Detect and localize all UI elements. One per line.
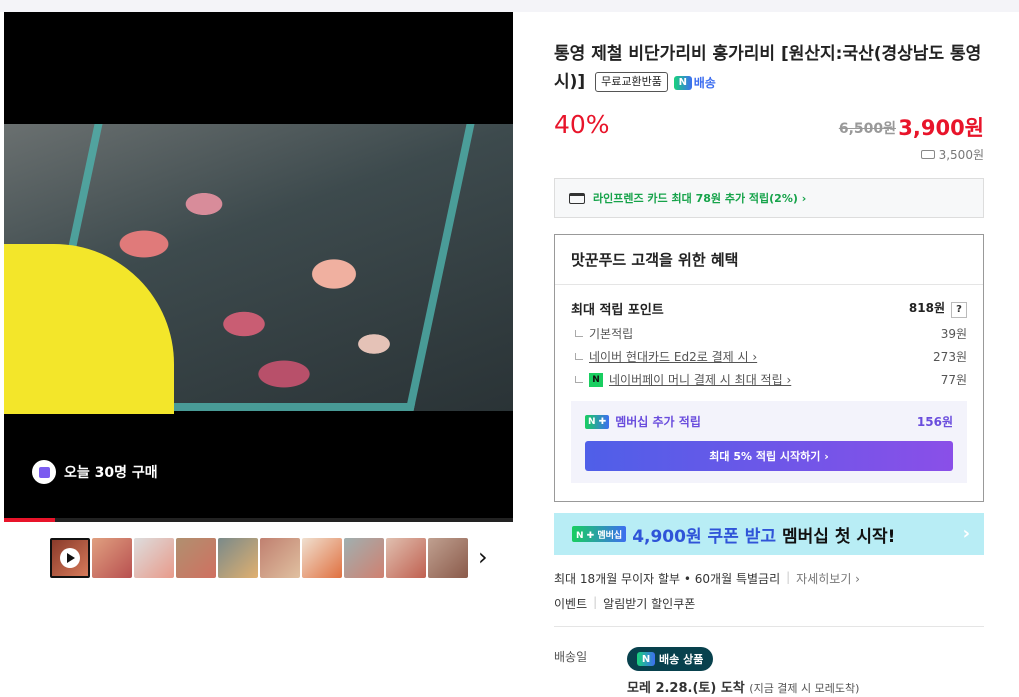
delivery-badge-text: 배송 상품 — [659, 653, 704, 666]
thumbnail[interactable] — [92, 538, 132, 578]
installment-info: 최대 18개월 무이자 할부 • 60개월 특별금리 | 자세히보기 › — [554, 570, 860, 587]
points-row-value: 273원 — [933, 350, 967, 364]
npay-delivery-icon: N — [637, 652, 655, 666]
delivery-badge: N 배송 상품 — [627, 647, 714, 671]
points-row-npay-money: N 네이버페이 머니 결제 시 최대 적립 › 77원 — [571, 371, 967, 388]
naver-plus-icon: N ✚ — [585, 414, 610, 429]
max-points-row: 최대 적립 포인트 818원? — [571, 299, 967, 318]
play-icon — [60, 548, 80, 568]
chevron-right-icon: › — [962, 523, 970, 544]
membership-label: 멤버십 추가 적립 — [615, 415, 701, 429]
membership-label-wrap: N ✚ 멤버십 추가 적립 — [585, 413, 701, 430]
banner-highlight: 4,900원 쿠폰 받고 — [632, 526, 776, 547]
thumbnail[interactable] — [176, 538, 216, 578]
points-row-value: 39원 — [940, 327, 967, 341]
product-title: 통영 제철 비단가리비 홍가리비 [원산지:국산(경상남도 통영시)] 무료교환… — [554, 40, 984, 97]
discount-rate: 40% — [554, 110, 610, 139]
npay-delivery-badge: N 배송 — [673, 69, 716, 97]
video-frame-scallops — [4, 124, 513, 414]
purchase-count: 오늘 30명 구매 — [32, 460, 158, 484]
card-promo-text: 라인프렌즈 카드 최대 78원 추가 적립(2%) › — [593, 192, 807, 205]
thumbnail-strip — [50, 538, 468, 578]
benefit-box: 맛꾼푸드 고객을 위한 혜택 최대 적립 포인트 818원? 기본적립 39원 … — [554, 234, 984, 502]
shopping-bag-icon — [32, 460, 56, 484]
max-points-value: 818원 — [908, 301, 945, 316]
membership-start-button[interactable]: 최대 5% 적립 시작하기 › — [585, 441, 953, 471]
npay-icon: N — [589, 372, 603, 387]
points-row-npay-label-wrap: N 네이버페이 머니 결제 시 최대 적립 › — [571, 371, 791, 388]
thumbnail[interactable] — [302, 538, 342, 578]
thumbnail[interactable] — [260, 538, 300, 578]
sale-price: 3,900원 — [898, 116, 984, 140]
points-row-card-label-wrap: 네이버 현대카드 Ed2로 결제 시 › — [571, 348, 757, 365]
purchase-text: 오늘 30명 구매 — [64, 465, 158, 481]
membership-row: N ✚ 멤버십 추가 적립 156원 — [585, 413, 953, 430]
points-row-label: 기본적립 — [589, 327, 634, 341]
divider-bar: | — [786, 570, 791, 584]
chevron-right-icon[interactable]: › — [478, 544, 498, 570]
max-points-value-wrap: 818원? — [909, 299, 967, 318]
event-link[interactable]: 이벤트 — [554, 595, 587, 612]
points-row-basic: 기본적립 39원 — [571, 325, 967, 342]
delivery-label: 배송일 — [554, 650, 588, 664]
top-strip — [0, 0, 1019, 12]
branch-icon — [575, 376, 583, 383]
hyundai-card-link[interactable]: 네이버 현대카드 Ed2로 결제 시 › — [589, 348, 757, 365]
thumbnail[interactable] — [218, 538, 258, 578]
help-icon[interactable]: ? — [951, 301, 967, 318]
points-row-basic-label-wrap: 기본적립 — [571, 325, 633, 342]
installment-detail-link[interactable]: 자세히보기 › — [796, 570, 860, 587]
arrival-text: 모레 2.28.(토) 도착 — [627, 681, 745, 696]
thumbnail-video[interactable] — [50, 538, 90, 578]
price-row: 40% 6,500원 3,900원 3,500원 — [554, 108, 984, 162]
truck-icon — [920, 150, 935, 159]
membership-coupon-banner[interactable]: N ✚ 멤버십 4,900원 쿠폰 받고 멤버십 첫 시작! › — [554, 513, 984, 555]
naver-plus-membership-icon: N ✚ 멤버십 — [572, 526, 627, 542]
installment-text: 최대 18개월 무이자 할부 • 60개월 특별금리 — [554, 572, 781, 586]
product-media: 오늘 30명 구매 › — [4, 12, 513, 697]
card-promo[interactable]: 라인프렌즈 카드 최대 78원 추가 적립(2%) › — [554, 178, 984, 218]
max-points-label: 최대 적립 포인트 — [571, 303, 664, 318]
product-video[interactable]: 오늘 30명 구매 — [4, 12, 513, 522]
banner-rest: 멤버십 첫 시작! — [782, 526, 896, 547]
coupon-link[interactable]: 알림받기 할인쿠폰 — [603, 595, 695, 612]
benefit-heading: 맛꾼푸드 고객을 위한 혜택 — [555, 235, 983, 285]
video-progress-fill — [4, 518, 55, 522]
thumbnail[interactable] — [134, 538, 174, 578]
npay-delivery-icon: N — [673, 76, 692, 90]
npay-money-link[interactable]: 네이버페이 머니 결제 시 최대 적립 › — [609, 371, 791, 388]
credit-card-icon — [569, 192, 585, 204]
thumbnail[interactable] — [428, 538, 468, 578]
shipping-fee-text: 3,500원 — [938, 148, 984, 162]
membership-box: N ✚ 멤버십 추가 적립 156원 최대 5% 적립 시작하기 › — [571, 401, 967, 483]
points-row-value: 77원 — [940, 373, 967, 387]
branch-icon — [575, 353, 583, 360]
free-return-tag: 무료교환반품 — [595, 72, 668, 92]
thumbnail[interactable] — [344, 538, 384, 578]
product-info: 통영 제철 비단가리비 홍가리비 [원산지:국산(경상남도 통영시)] 무료교환… — [554, 40, 984, 97]
video-progress-bar[interactable] — [4, 518, 513, 522]
points-row-hyundai-card: 네이버 현대카드 Ed2로 결제 시 › 273원 — [571, 348, 967, 365]
arrival-info: 모레 2.28.(토) 도착 (지금 결제 시 모레도착) — [627, 677, 859, 696]
shipping-fee: 3,500원 — [920, 146, 984, 163]
npay-delivery-text: 배송 — [693, 76, 716, 90]
thumbnail[interactable] — [386, 538, 426, 578]
branch-icon — [575, 330, 583, 337]
arrival-sub: (지금 결제 시 모레도착) — [749, 682, 860, 695]
original-price: 6,500원 — [838, 121, 896, 137]
membership-value: 156원 — [916, 415, 953, 429]
events-row: 이벤트 | 알림받기 할인쿠폰 — [554, 595, 695, 612]
section-divider — [554, 626, 984, 627]
divider-bar: | — [593, 595, 598, 609]
